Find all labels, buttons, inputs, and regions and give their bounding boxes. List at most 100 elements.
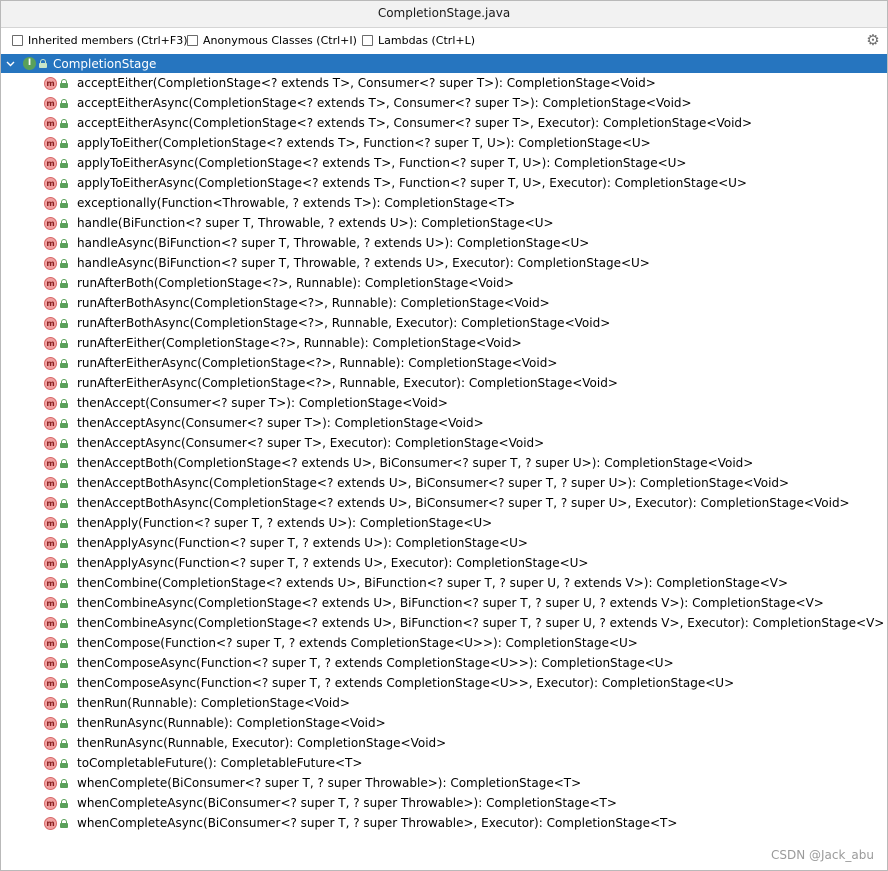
public-lock-icon — [60, 298, 68, 308]
method-icon: m — [44, 616, 57, 630]
method-row[interactable]: m thenAcceptBothAsync(CompletionStage<? e… — [1, 473, 887, 493]
public-lock-icon — [60, 598, 68, 608]
method-row[interactable]: m applyToEither(CompletionStage<? extends… — [1, 133, 887, 153]
method-icon: m — [44, 416, 57, 430]
method-row[interactable]: m runAfterEitherAsync(CompletionStage<?>,… — [1, 373, 887, 393]
method-row[interactable]: m runAfterBoth(CompletionStage<?>, Runnab… — [1, 273, 887, 293]
window-title: CompletionStage.java — [1, 1, 887, 28]
method-row[interactable]: m toCompletableFuture(): CompletableFutur… — [1, 753, 887, 773]
public-lock-icon — [60, 318, 68, 328]
method-row[interactable]: m thenCombine(CompletionStage<? extends U… — [1, 573, 887, 593]
method-row[interactable]: m runAfterBothAsync(CompletionStage<?>, R… — [1, 293, 887, 313]
public-lock-icon — [60, 438, 68, 448]
method-icon: m — [44, 116, 57, 130]
public-lock-icon — [60, 518, 68, 528]
method-row[interactable]: m thenAcceptAsync(Consumer<? super T>, Ex… — [1, 433, 887, 453]
method-signature: thenComposeAsync(Function<? super T, ? e… — [77, 676, 735, 690]
anonymous-classes-checkbox[interactable]: Anonymous Classes (Ctrl+I) — [187, 33, 357, 48]
method-signature: applyToEither(CompletionStage<? extends … — [77, 136, 651, 150]
method-row[interactable]: m thenAcceptBoth(CompletionStage<? extend… — [1, 453, 887, 473]
public-lock-icon — [60, 238, 68, 248]
method-row[interactable]: m thenCombineAsync(CompletionStage<? exte… — [1, 593, 887, 613]
method-signature: thenAcceptBothAsync(CompletionStage<? ex… — [77, 476, 790, 490]
method-row[interactable]: m thenApply(Function<? super T, ? extends… — [1, 513, 887, 533]
method-row[interactable]: m handleAsync(BiFunction<? super T, Throw… — [1, 253, 887, 273]
method-icon: m — [44, 436, 57, 450]
method-icon: m — [44, 296, 57, 310]
method-row[interactable]: m applyToEitherAsync(CompletionStage<? ex… — [1, 153, 887, 173]
method-icon: m — [44, 356, 57, 370]
method-icon: m — [44, 716, 57, 730]
chevron-down-icon[interactable] — [5, 59, 15, 69]
method-signature: thenRunAsync(Runnable, Executor): Comple… — [77, 736, 447, 750]
method-row[interactable]: m applyToEitherAsync(CompletionStage<? ex… — [1, 173, 887, 193]
method-row[interactable]: m thenComposeAsync(Function<? super T, ? … — [1, 653, 887, 673]
method-row[interactable]: m thenRunAsync(Runnable, Executor): Compl… — [1, 733, 887, 753]
method-icon: m — [44, 756, 57, 770]
method-icon: m — [44, 316, 57, 330]
structure-tree: I CompletionStage m acceptEither(Completi… — [1, 54, 887, 833]
method-icon: m — [44, 576, 57, 590]
public-lock-icon — [60, 98, 68, 108]
method-row[interactable]: m thenCompose(Function<? super T, ? exten… — [1, 633, 887, 653]
method-icon: m — [44, 736, 57, 750]
method-row[interactable]: m handleAsync(BiFunction<? super T, Throw… — [1, 233, 887, 253]
method-row[interactable]: m exceptionally(Function<Throwable, ? ext… — [1, 193, 887, 213]
public-lock-icon — [60, 578, 68, 588]
method-icon: m — [44, 256, 57, 270]
method-row[interactable]: m thenComposeAsync(Function<? super T, ? … — [1, 673, 887, 693]
method-row[interactable]: m whenComplete(BiConsumer<? super T, ? su… — [1, 773, 887, 793]
method-row[interactable]: m runAfterEither(CompletionStage<?>, Runn… — [1, 333, 887, 353]
public-lock-icon — [60, 738, 68, 748]
public-lock-icon — [60, 758, 68, 768]
method-signature: runAfterBothAsync(CompletionStage<?>, Ru… — [77, 316, 611, 330]
method-row[interactable]: m thenAccept(Consumer<? super T>): Comple… — [1, 393, 887, 413]
method-icon: m — [44, 696, 57, 710]
lambdas-checkbox[interactable]: Lambdas (Ctrl+L) — [362, 33, 475, 48]
method-signature: whenCompleteAsync(BiConsumer<? super T, … — [77, 816, 678, 830]
options-bar: Inherited members (Ctrl+F3) Anonymous Cl… — [1, 28, 887, 53]
method-row[interactable]: m handle(BiFunction<? super T, Throwable,… — [1, 213, 887, 233]
public-lock-icon — [39, 59, 47, 68]
method-icon: m — [44, 156, 57, 170]
method-row[interactable]: m runAfterEitherAsync(CompletionStage<?>,… — [1, 353, 887, 373]
method-row[interactable]: m runAfterBothAsync(CompletionStage<?>, R… — [1, 313, 887, 333]
method-signature: thenApplyAsync(Function<? super T, ? ext… — [77, 556, 589, 570]
method-row[interactable]: m acceptEitherAsync(CompletionStage<? ext… — [1, 113, 887, 133]
method-row[interactable]: m thenRunAsync(Runnable): CompletionStage… — [1, 713, 887, 733]
method-row[interactable]: m acceptEitherAsync(CompletionStage<? ext… — [1, 93, 887, 113]
inherited-members-label: Inherited members (Ctrl+F3) — [28, 34, 188, 47]
checkbox-box[interactable] — [187, 35, 198, 46]
method-signature: acceptEither(CompletionStage<? extends T… — [77, 76, 656, 90]
method-row[interactable]: m thenCombineAsync(CompletionStage<? exte… — [1, 613, 887, 633]
public-lock-icon — [60, 418, 68, 428]
method-icon: m — [44, 796, 57, 810]
method-icon: m — [44, 396, 57, 410]
method-row[interactable]: m thenAcceptAsync(Consumer<? super T>): C… — [1, 413, 887, 433]
method-row[interactable]: m acceptEither(CompletionStage<? extends … — [1, 73, 887, 93]
method-row[interactable]: m thenAcceptBothAsync(CompletionStage<? e… — [1, 493, 887, 513]
method-row[interactable]: m thenRun(Runnable): CompletionStage<Void… — [1, 693, 887, 713]
method-row[interactable]: m whenCompleteAsync(BiConsumer<? super T,… — [1, 813, 887, 833]
tree-root-completionstage[interactable]: I CompletionStage — [1, 54, 887, 73]
gear-icon[interactable]: ⚙ — [865, 32, 881, 48]
public-lock-icon — [60, 338, 68, 348]
watermark: CSDN @Jack_abu — [770, 848, 874, 862]
public-lock-icon — [60, 278, 68, 288]
public-lock-icon — [60, 458, 68, 468]
inherited-members-checkbox[interactable]: Inherited members (Ctrl+F3) — [12, 33, 188, 48]
method-list: m acceptEither(CompletionStage<? extends … — [1, 73, 887, 833]
method-row[interactable]: m whenCompleteAsync(BiConsumer<? super T,… — [1, 793, 887, 813]
method-signature: whenComplete(BiConsumer<? super T, ? sup… — [77, 776, 582, 790]
method-signature: thenAccept(Consumer<? super T>): Complet… — [77, 396, 448, 410]
root-label: CompletionStage — [53, 56, 157, 71]
public-lock-icon — [60, 378, 68, 388]
method-row[interactable]: m thenApplyAsync(Function<? super T, ? ex… — [1, 533, 887, 553]
checkbox-box[interactable] — [12, 35, 23, 46]
method-signature: thenCombineAsync(CompletionStage<? exten… — [77, 616, 885, 630]
checkbox-box[interactable] — [362, 35, 373, 46]
public-lock-icon — [60, 78, 68, 88]
method-signature: handle(BiFunction<? super T, Throwable, … — [77, 216, 554, 230]
method-row[interactable]: m thenApplyAsync(Function<? super T, ? ex… — [1, 553, 887, 573]
method-signature: runAfterEitherAsync(CompletionStage<?>, … — [77, 376, 618, 390]
